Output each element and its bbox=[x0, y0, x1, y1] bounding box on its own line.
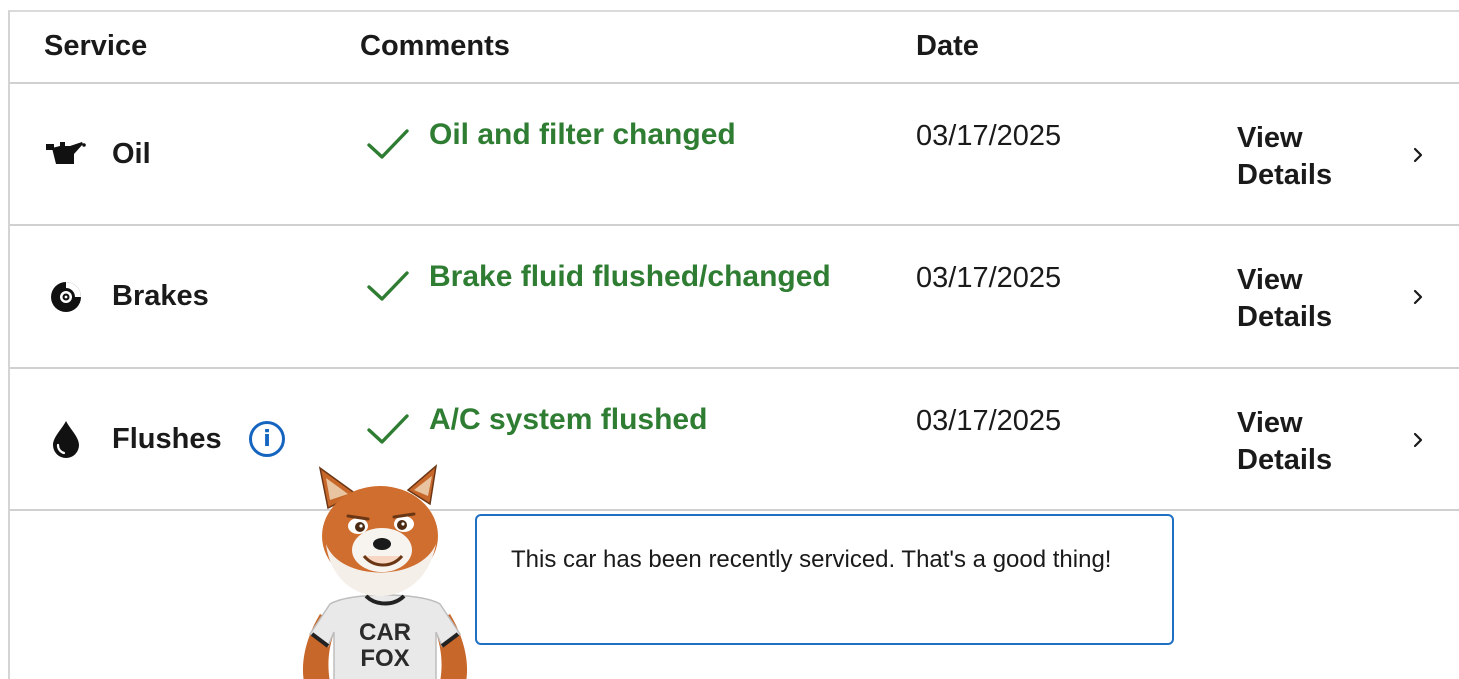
recently-serviced-callout: This car has been recently serviced. Tha… bbox=[475, 514, 1174, 645]
service-label-flushes: Flushes bbox=[112, 423, 222, 455]
column-header-date: Date bbox=[916, 30, 979, 62]
service-label-brakes: Brakes bbox=[112, 280, 209, 312]
carfox-mascot-image: CAR FOX bbox=[303, 464, 467, 679]
brake-disc-icon bbox=[46, 276, 86, 316]
check-icon bbox=[367, 271, 409, 301]
svg-text:FOX: FOX bbox=[360, 645, 409, 672]
column-header-comments: Comments bbox=[360, 30, 510, 62]
table-row-oil: Oil Oil and filter changed 03/17/2025 Vi… bbox=[10, 84, 1459, 226]
service-label-oil: Oil bbox=[112, 138, 151, 170]
row-divider bbox=[10, 509, 1459, 511]
view-details-link-oil[interactable]: View Details bbox=[1237, 120, 1367, 194]
comment-brakes: Brake fluid flushed/changed bbox=[429, 260, 831, 293]
table-row-flushes: Flushes i A/C system flushed 03/17/2025 … bbox=[10, 369, 1459, 511]
oil-can-icon bbox=[46, 133, 86, 173]
check-icon bbox=[367, 129, 409, 159]
date-flushes: 03/17/2025 bbox=[916, 405, 1062, 437]
comment-oil: Oil and filter changed bbox=[429, 118, 736, 151]
info-icon[interactable]: i bbox=[249, 421, 285, 457]
table-row-brakes: Brakes Brake fluid flushed/changed 03/17… bbox=[10, 226, 1459, 368]
view-details-link-flushes[interactable]: View Details bbox=[1237, 405, 1367, 479]
check-icon bbox=[367, 414, 409, 444]
chevron-right-icon[interactable] bbox=[1410, 145, 1426, 165]
column-header-service: Service bbox=[44, 30, 148, 62]
chevron-right-icon[interactable] bbox=[1410, 430, 1426, 450]
svg-text:CAR: CAR bbox=[359, 619, 411, 646]
comment-flushes: A/C system flushed bbox=[429, 403, 708, 436]
chevron-right-icon[interactable] bbox=[1410, 287, 1426, 307]
view-details-link-brakes[interactable]: View Details bbox=[1237, 262, 1367, 336]
date-oil: 03/17/2025 bbox=[916, 120, 1062, 152]
fluid-drop-icon bbox=[46, 419, 86, 459]
callout-text: This car has been recently serviced. Tha… bbox=[511, 546, 1112, 573]
date-brakes: 03/17/2025 bbox=[916, 262, 1062, 294]
